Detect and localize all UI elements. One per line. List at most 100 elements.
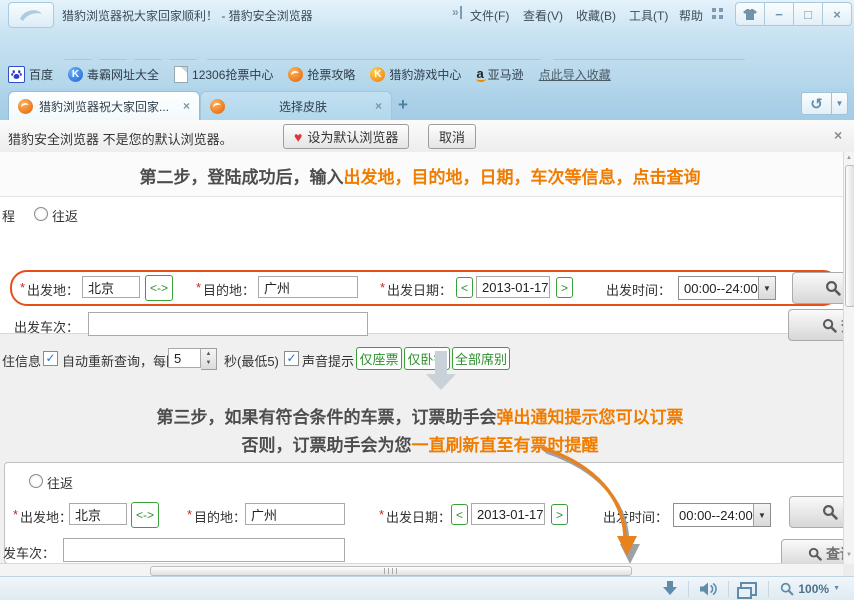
notification-message: 猎豹安全浏览器 不是您的默认浏览器。 [8,129,233,148]
volume-button[interactable] [700,582,717,596]
undo-close-tab-button[interactable]: ↺ [801,92,832,115]
window-title: 猎豹浏览器祝大家回家顺利！ - 猎豹安全浏览器 [62,7,313,24]
default-browser-notification: 猎豹安全浏览器 不是您的默认浏览器。 ♥ 设为默认浏览器 取消 × [0,120,854,153]
cheetah-swoosh-icon [18,7,44,23]
statusbar-download-button[interactable] [663,581,677,596]
search-icon [825,280,841,296]
set-default-button[interactable]: ♥ 设为默认浏览器 [283,124,409,149]
magnifier-icon [780,582,794,596]
select-caret-icon: ▼ [758,277,775,299]
bookmarks-bar: 百度 K 毒霸网址大全 12306抢票中心 抢票攻略 K 猎豹游戏中心 a 亚马… [0,60,854,88]
spin-down-icon[interactable]: ▼ [206,359,212,368]
app-logo-icon[interactable] [8,2,54,28]
bookmark-label: 百度 [29,66,53,83]
to-input[interactable] [245,503,345,525]
bookmark-amazon[interactable]: a 亚马逊 [476,66,523,83]
speaker-icon [700,582,717,596]
roundtrip-radio[interactable] [34,207,48,221]
heart-icon: ♥ [294,129,302,145]
scroll-down-icon[interactable]: ▼ [846,552,852,558]
navigation-toolbar: ← ↻ ⌂ ☆ ✓ www.liebao.cn/12306/in ☆ ▼ → ▼… [0,28,854,60]
down-arrow-icon [426,351,456,391]
zoom-control[interactable]: 100% ▼ [780,582,840,596]
to-input[interactable] [258,276,358,298]
tab-close-icon[interactable]: × [375,99,382,113]
search-icon [822,504,838,520]
bookmark-label: 亚马逊 [488,66,524,83]
tab-close-icon[interactable]: × [183,99,190,113]
time-select[interactable]: 00:00--24:00 ▼ [673,503,771,527]
seat-only-button[interactable]: 仅座票 [356,347,402,370]
menu-help[interactable]: 帮助 [679,7,703,24]
scroll-up-icon[interactable]: ▲ [846,155,852,161]
required-mark: * [380,280,385,295]
query-form-1: 程 往返 * 出发地： <-> * 目的地： * 出发日期： < > 出发时间：… [0,196,854,334]
auto-requery-label: 自动重新查询，每隔 [62,351,179,370]
grid-icon[interactable] [712,8,723,19]
bookmark-duba[interactable]: K 毒霸网址大全 [68,66,159,83]
required-mark: * [196,280,201,295]
close-button[interactable]: × [823,2,852,26]
zoom-caret-icon[interactable]: ▼ [833,585,840,592]
minimize-button[interactable]: − [765,2,794,26]
required-mark: * [20,280,25,295]
menu-favorites[interactable]: 收藏(B) [576,7,616,24]
train-input[interactable] [88,312,368,336]
tab-home[interactable]: 猎豹浏览器祝大家回家... × [8,91,200,120]
vertical-scrollbar-thumb[interactable] [845,165,854,307]
new-tab-button[interactable]: + [398,95,408,115]
vertical-scrollbar[interactable]: ▲ ▼ [843,152,854,564]
all-classes-button[interactable]: 全部席别 [452,347,510,370]
from-input[interactable] [69,503,127,525]
sound-checkbox[interactable]: ✓ [284,351,299,366]
bookmark-guide[interactable]: 抢票攻略 [288,66,355,83]
horizontal-scrollbar-thumb[interactable] [150,566,632,576]
train-input[interactable] [63,538,345,562]
scrollbar-corner [843,564,854,576]
maximize-button[interactable]: □ [794,2,823,26]
undo-caret-icon[interactable]: ▼ [832,92,848,115]
date-input[interactable] [476,276,550,298]
windows-restore-icon [740,582,757,596]
shirt-icon [743,9,757,20]
bookmark-baidu[interactable]: 百度 [8,66,53,83]
bookmark-gamecenter[interactable]: K 猎豹游戏中心 [370,66,461,83]
date-next-button[interactable]: > [556,277,573,298]
restore-layout-button[interactable] [740,582,757,596]
tab-skin[interactable]: 选择皮肤 × [200,91,392,120]
swap-stations-button[interactable]: <-> [145,275,173,301]
menu-view[interactable]: 查看(V) [523,7,563,24]
orange-pointer-arrow [525,444,650,564]
cheetah-icon [288,67,303,82]
skin-button[interactable] [735,2,765,26]
required-mark: * [187,507,192,522]
bookmark-label: 猎豹游戏中心 [389,66,461,83]
date-prev-button[interactable]: < [456,277,473,298]
roundtrip-radio[interactable] [29,474,43,488]
from-input[interactable] [82,276,140,298]
date-prev-button[interactable]: < [451,504,468,525]
date-label: 出发日期： [387,280,452,299]
divider [768,581,769,597]
notification-close-icon[interactable]: × [834,127,842,143]
time-select[interactable]: 00:00--24:00 ▼ [678,276,776,300]
menu-file[interactable]: 文件(F) [470,7,509,24]
tab-bar: 猎豹浏览器祝大家回家... × 选择皮肤 × + ↺ ▼ [0,88,854,120]
bookmark-12306[interactable]: 12306抢票中心 [174,66,273,83]
interval-stepper[interactable]: ▲▼ [201,348,217,370]
set-default-label: 设为默认浏览器 [307,127,398,146]
import-favorites-link[interactable]: 点此导入收藏 [539,66,611,83]
interval-input[interactable] [168,348,201,368]
step2-normal-text: 第二步，登陆成功后，输入 [140,168,344,187]
baidu-paw-icon [8,66,25,83]
remember-label-partial: 住信息 [2,351,41,370]
swap-stations-button[interactable]: <-> [131,502,159,528]
spin-up-icon[interactable]: ▲ [206,350,212,359]
horizontal-scrollbar[interactable] [0,563,843,576]
menu-collapse-icon[interactable]: » [452,6,462,19]
auto-requery-checkbox[interactable]: ✓ [43,351,58,366]
from-label: 出发地： [27,280,79,299]
menu-tools[interactable]: 工具(T) [629,7,668,24]
cancel-button[interactable]: 取消 [428,124,476,149]
tab-label: 猎豹浏览器祝大家回家... [39,98,169,115]
